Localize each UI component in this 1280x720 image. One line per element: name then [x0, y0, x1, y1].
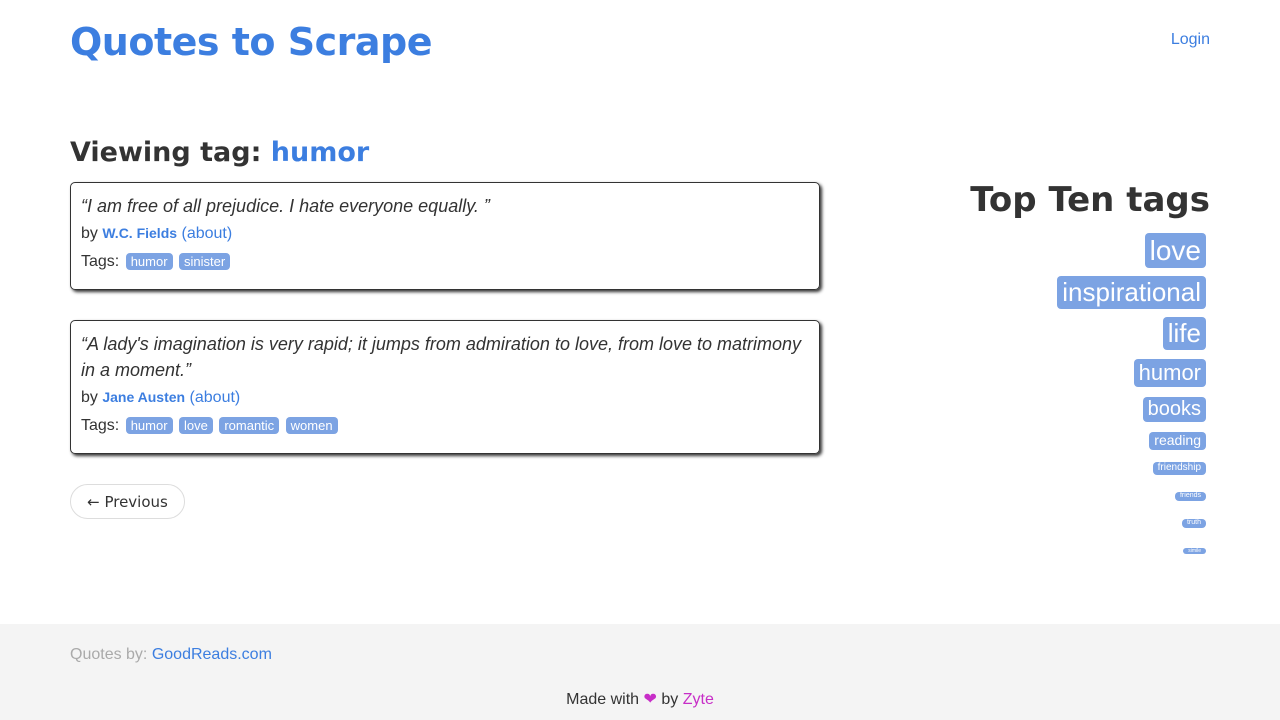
- footer-source-label: Quotes by:: [70, 646, 148, 663]
- top-tag-reading[interactable]: reading: [1149, 432, 1206, 450]
- viewing-tag-prefix: Viewing tag:: [70, 137, 262, 168]
- quote-author-line: by Jane Austen (about): [81, 389, 809, 407]
- top-tag-inspirational[interactable]: inspirational: [1057, 276, 1206, 309]
- goodreads-link[interactable]: GoodReads.com: [152, 646, 272, 663]
- tag-romantic[interactable]: romantic: [219, 417, 280, 435]
- heart-icon: ❤: [643, 691, 657, 708]
- top-tag-love[interactable]: love: [1144, 233, 1206, 268]
- tag-sinister[interactable]: sinister: [179, 253, 231, 271]
- quote-text: “A lady's imagination is very rapid; it …: [81, 334, 802, 380]
- previous-page-button[interactable]: ← Previous: [70, 484, 185, 519]
- quote-text: “I am free of all prejudice. I hate ever…: [81, 196, 490, 216]
- quote-card: “A lady's imagination is very rapid; it …: [70, 320, 820, 454]
- quote-tags: Tags: humor sinister: [81, 253, 809, 271]
- quote-author-line: by W.C. Fields (about): [81, 225, 809, 243]
- tag-humor[interactable]: humor: [125, 253, 173, 271]
- top-tag-truth[interactable]: truth: [1181, 519, 1206, 528]
- author-name: Jane Austen: [102, 389, 186, 405]
- tag-women[interactable]: women: [285, 417, 338, 435]
- top-tag-humor[interactable]: humor: [1133, 359, 1206, 387]
- tag-love[interactable]: love: [179, 417, 213, 435]
- viewing-tag-link[interactable]: humor: [271, 137, 369, 168]
- top-tag-friendship[interactable]: friendship: [1152, 462, 1206, 475]
- tags-label: Tags:: [81, 253, 120, 270]
- zyte-link[interactable]: Zyte: [683, 691, 714, 708]
- login-link[interactable]: Login: [1171, 31, 1210, 49]
- by-label: by: [81, 225, 98, 242]
- top-tag-simile[interactable]: simile: [1183, 548, 1206, 555]
- top-tags-heading: Top Ten tags: [970, 180, 1210, 220]
- viewing-tag-heading: Viewing tag: humor: [70, 137, 369, 168]
- made-by-label: by: [661, 691, 679, 708]
- about-link[interactable]: (about): [182, 225, 233, 242]
- quote-tags: Tags: humor love romantic women: [81, 417, 809, 435]
- by-label: by: [81, 389, 98, 406]
- tags-label: Tags:: [81, 417, 120, 434]
- site-title-link[interactable]: Quotes to Scrape: [70, 20, 433, 64]
- top-tag-friends[interactable]: friends: [1174, 492, 1206, 501]
- tag-humor[interactable]: humor: [125, 417, 173, 435]
- made-with-label: Made with: [566, 691, 640, 708]
- footer-source: Quotes by: GoodReads.com: [70, 646, 272, 664]
- top-tag-books[interactable]: books: [1142, 397, 1206, 422]
- about-link[interactable]: (about): [190, 389, 241, 406]
- quote-card: “I am free of all prejudice. I hate ever…: [70, 182, 820, 290]
- top-tag-life[interactable]: life: [1162, 317, 1206, 350]
- author-name: W.C. Fields: [102, 225, 178, 241]
- footer: Quotes by: GoodReads.com Made with ❤ by …: [0, 624, 1280, 720]
- footer-made-with: Made with ❤ by Zyte: [0, 689, 1280, 709]
